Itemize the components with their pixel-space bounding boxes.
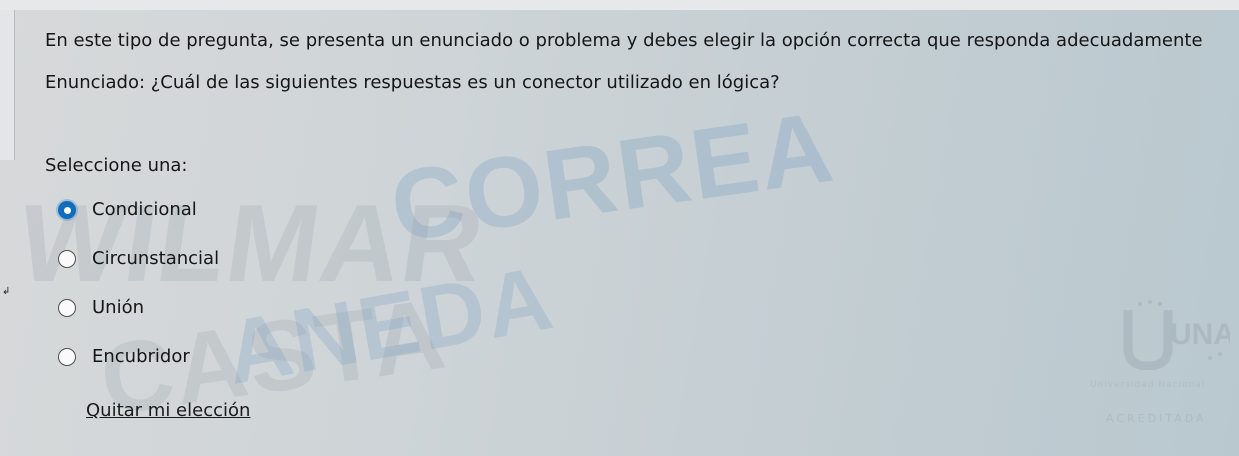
university-logo: UNAD Universidad Nacional ACREDITADA [1090, 280, 1239, 456]
option-label[interactable]: Circunstancial [92, 245, 219, 273]
question-statement: Enunciado: ¿Cuál de las siguientes respu… [45, 72, 780, 93]
option-label[interactable]: Unión [92, 294, 144, 322]
top-strip [0, 0, 1239, 10]
answer-option-encubridor[interactable]: Encubridor [58, 343, 219, 392]
radio-button[interactable] [58, 250, 76, 268]
cursor-icon: ↲ [2, 286, 11, 297]
answer-option-circunstancial[interactable]: Circunstancial [58, 245, 219, 294]
option-label[interactable]: Encubridor [92, 343, 190, 371]
logo-name: UNAD [1170, 318, 1230, 351]
question-intro: En este tipo de pregunta, se presenta un… [45, 30, 1203, 51]
option-label[interactable]: Condicional [92, 196, 197, 224]
answer-option-union[interactable]: Unión [58, 294, 219, 343]
logo-accreditation: ACREDITADA [1106, 412, 1207, 425]
answer-option-condicional[interactable]: Condicional [58, 196, 219, 245]
select-prompt: Seleccione una: [45, 155, 188, 176]
radio-button-checked[interactable] [58, 201, 76, 219]
clear-choice-link[interactable]: Quitar mi elección [86, 400, 250, 421]
radio-button[interactable] [58, 299, 76, 317]
radio-button[interactable] [58, 348, 76, 366]
answer-options: Condicional Circunstancial Unión Encubri… [58, 196, 219, 392]
left-panel-edge [0, 10, 15, 160]
watermark-text: CORREA [384, 90, 841, 264]
unad-logo-mark: UNAD [1123, 300, 1230, 370]
watermark-text: ANEDA [218, 248, 562, 404]
logo-subtitle: Universidad Nacional [1090, 380, 1206, 390]
